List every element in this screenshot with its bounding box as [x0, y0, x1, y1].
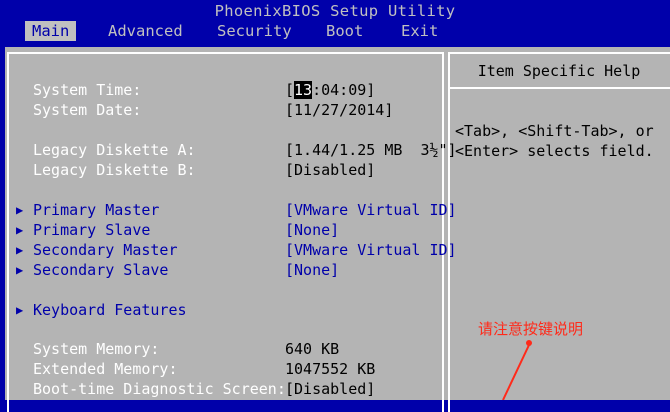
annotation-arrow — [502, 340, 532, 400]
annotation-arrow-line — [502, 344, 530, 400]
annotation-arrow-dot — [526, 340, 532, 346]
